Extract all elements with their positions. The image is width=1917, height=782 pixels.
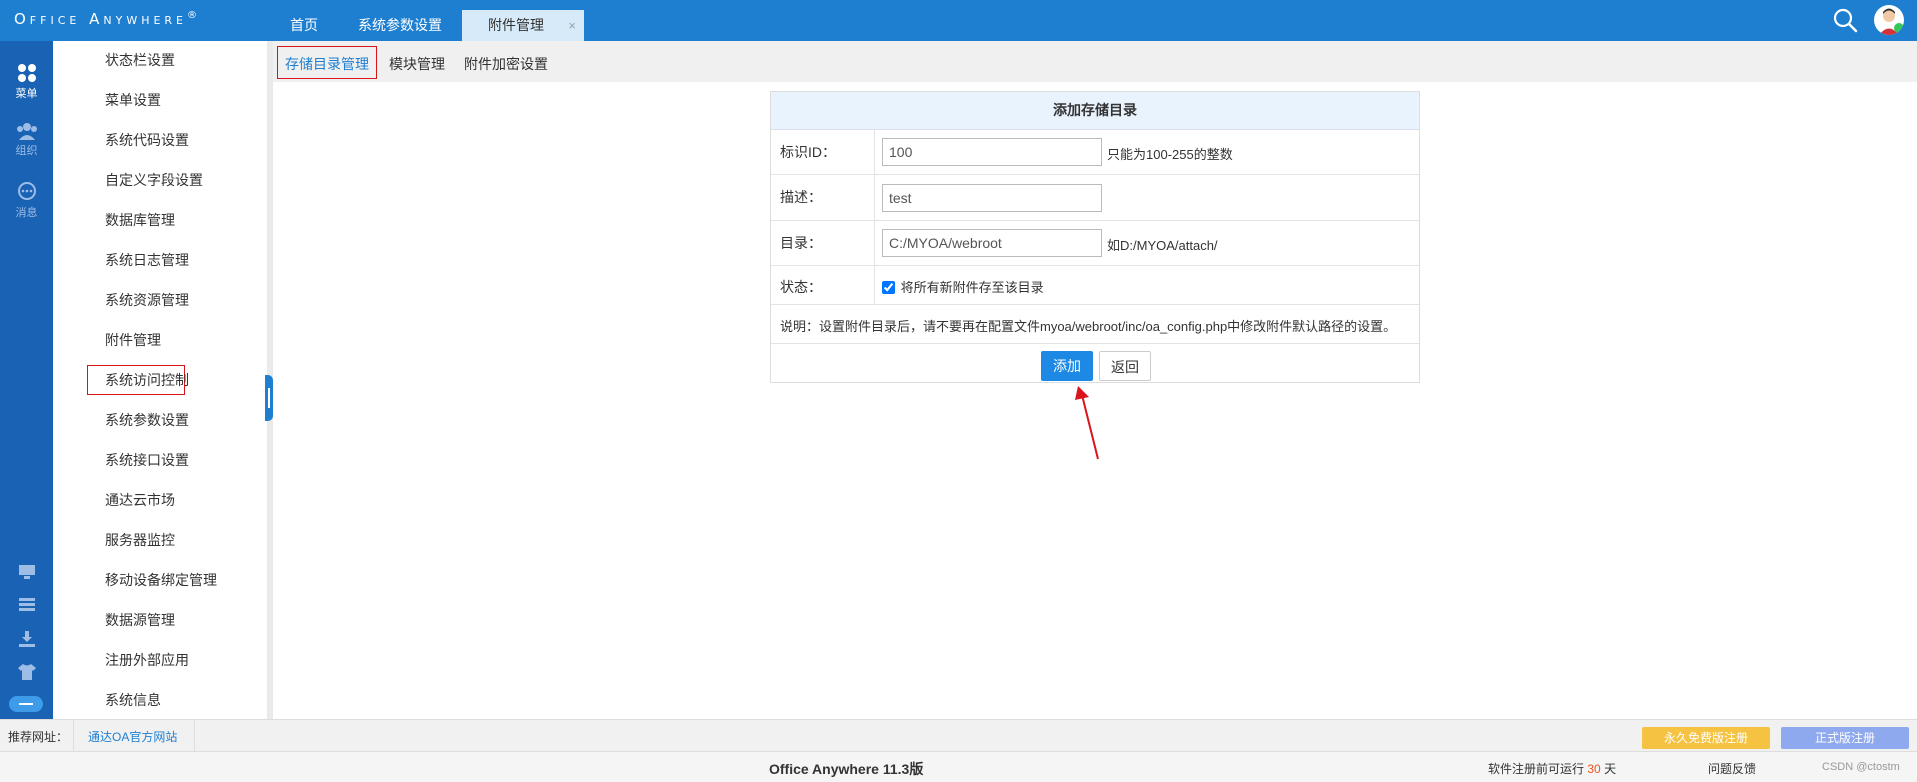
- left-rail: 菜单 组织 消息: [0, 41, 53, 719]
- trial-text: 软件注册前可运行 30 天: [1488, 762, 1617, 776]
- status-checkbox[interactable]: [882, 281, 895, 294]
- sidebar-item-interfaces[interactable]: 系统接口设置: [105, 450, 189, 470]
- sidebar-item-custom-fields[interactable]: 自定义字段设置: [105, 170, 203, 190]
- back-button[interactable]: 返回: [1099, 351, 1151, 381]
- form-note: 说明：设置附件目录后，请不要再在配置文件myoa/webroot/inc/oa_…: [780, 319, 1397, 334]
- recommend-label: 推荐网址：: [8, 730, 69, 744]
- feedback-link[interactable]: 问题反馈: [1708, 760, 1756, 777]
- search-icon[interactable]: [1832, 7, 1858, 33]
- sidebar-item-system-resources[interactable]: 系统资源管理: [105, 290, 189, 310]
- rail-messages[interactable]: 消息: [0, 182, 53, 220]
- sidebar-item-system-log[interactable]: 系统日志管理: [105, 250, 189, 270]
- description-label: 描述：: [780, 189, 822, 205]
- sidebar-item-datasource[interactable]: 数据源管理: [105, 610, 175, 630]
- official-site-link[interactable]: 通达OA官方网站: [88, 728, 177, 745]
- id-input[interactable]: [882, 138, 1102, 166]
- top-bar: Office Anywhere® 首页 系统参数设置 附件管理 ×: [0, 0, 1917, 41]
- users-icon: [16, 123, 37, 140]
- sidebar-item-server-monitor[interactable]: 服务器监控: [105, 530, 175, 550]
- id-hint: 只能为100-255的整数: [1107, 147, 1233, 162]
- subtab-storage-dirs[interactable]: 存储目录管理: [285, 54, 369, 74]
- status-bar: Office Anywhere 11.3版 软件注册前可运行 30 天 问题反馈…: [0, 751, 1917, 782]
- sidebar-item-cloud-market[interactable]: 通达云市场: [105, 490, 175, 510]
- sidebar-item-system-info[interactable]: 系统信息: [105, 690, 161, 710]
- row-note: 说明：设置附件目录后，请不要再在配置文件myoa/webroot/inc/oa_…: [771, 305, 1419, 344]
- status-checkbox-label: 将所有新附件存至该目录: [900, 280, 1044, 295]
- sidebar-item-access-control[interactable]: 系统访问控制: [105, 370, 189, 390]
- watermark: CSDN @ctostm: [1822, 761, 1900, 773]
- free-register-button[interactable]: 永久免费版注册: [1642, 727, 1770, 749]
- grid-icon: [17, 64, 36, 82]
- app-logo[interactable]: Office Anywhere®: [14, 10, 197, 28]
- version-text: Office Anywhere 11.3版: [769, 761, 924, 777]
- desktop-icon[interactable]: [18, 564, 36, 580]
- row-id: 标识ID： 只能为100-255的整数: [771, 130, 1419, 175]
- description-input[interactable]: [882, 184, 1102, 212]
- annotation-arrow: [1075, 386, 1099, 460]
- online-status-dot: [1894, 23, 1904, 33]
- sidebar-item-status-bar[interactable]: 状态栏设置: [105, 50, 175, 70]
- add-storage-dir-form: 添加存储目录 标识ID： 只能为100-255的整数 描述： 目录： 如D:/M…: [770, 91, 1420, 383]
- row-directory: 目录： 如D:/MYOA/attach/: [771, 221, 1419, 266]
- sidebar-item-system-code[interactable]: 系统代码设置: [105, 130, 189, 150]
- status-label: 状态：: [780, 279, 822, 295]
- close-icon[interactable]: ×: [568, 10, 576, 41]
- trial-days: 30: [1587, 762, 1601, 776]
- rail-organization[interactable]: 组织: [0, 122, 53, 158]
- sidebar-collapse-handle[interactable]: [265, 375, 273, 421]
- subtab-encryption[interactable]: 附件加密设置: [464, 54, 548, 74]
- sidebar: 状态栏设置 菜单设置 系统代码设置 自定义字段设置 数据库管理 系统日志管理 系…: [53, 41, 267, 719]
- sidebar-item-menu[interactable]: 菜单设置: [105, 90, 161, 110]
- top-tabs: 首页 系统参数设置 附件管理 ×: [270, 10, 584, 41]
- tab-home[interactable]: 首页: [270, 10, 338, 41]
- list-icon[interactable]: [18, 598, 36, 612]
- id-label: 标识ID：: [780, 144, 836, 160]
- sidebar-item-system-params[interactable]: 系统参数设置: [105, 410, 189, 430]
- sub-tabs: 存储目录管理 模块管理 附件加密设置: [273, 41, 1917, 82]
- rail-menu[interactable]: 菜单: [0, 63, 53, 101]
- tab-attachment-management[interactable]: 附件管理 ×: [462, 10, 584, 41]
- footer-links-bar: 推荐网址： 通达OA官方网站 永久免费版注册 正式版注册: [0, 719, 1917, 752]
- official-register-button[interactable]: 正式版注册: [1781, 727, 1909, 749]
- form-title: 添加存储目录: [771, 92, 1419, 130]
- download-icon[interactable]: [18, 631, 36, 647]
- sidebar-item-database[interactable]: 数据库管理: [105, 210, 175, 230]
- directory-input[interactable]: [882, 229, 1102, 257]
- status-option[interactable]: 将所有新附件存至该目录: [882, 277, 1044, 296]
- add-button[interactable]: 添加: [1041, 351, 1093, 381]
- tab-system-params[interactable]: 系统参数设置: [338, 10, 462, 41]
- shirt-icon[interactable]: [17, 664, 37, 680]
- directory-hint: 如D:/MYOA/attach/: [1107, 238, 1218, 253]
- sidebar-item-external-apps[interactable]: 注册外部应用: [105, 650, 189, 670]
- directory-label: 目录：: [780, 235, 822, 251]
- sidebar-item-mobile-binding[interactable]: 移动设备绑定管理: [105, 570, 217, 590]
- row-status: 状态： 将所有新附件存至该目录: [771, 266, 1419, 305]
- sidebar-item-attachments[interactable]: 附件管理: [105, 330, 161, 350]
- collapse-toggle-button[interactable]: [9, 696, 43, 712]
- message-icon: [17, 182, 36, 200]
- avatar[interactable]: [1874, 5, 1904, 35]
- form-actions: 添加 返回: [771, 351, 1419, 381]
- row-description: 描述：: [771, 175, 1419, 221]
- subtab-modules[interactable]: 模块管理: [389, 54, 445, 74]
